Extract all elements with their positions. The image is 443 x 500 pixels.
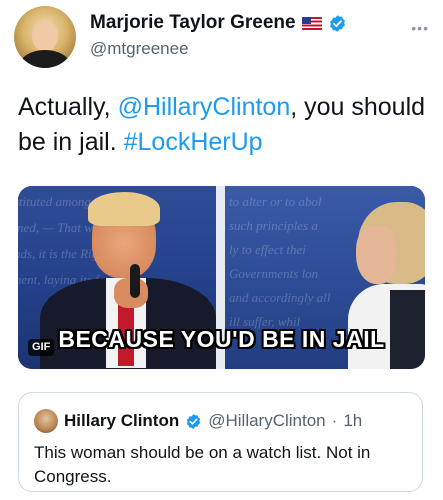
quoted-tweet-time: 1h [343,411,363,430]
us-flag-icon [301,16,322,30]
author-display-name[interactable]: Marjorie Taylor Greene [90,12,296,34]
gif-badge: GIF [28,339,55,356]
speaker-right-face [356,226,396,284]
background-script-text: and accordingly all [229,290,331,305]
author-avatar[interactable] [14,6,76,68]
quoted-author-avatar [34,409,58,433]
avatar-face [32,20,58,52]
quoted-author-handle: @HillaryClinton [208,411,326,430]
tweet-text: Actually, @HillaryClinton, you should be… [18,90,428,160]
tweet-text-part: Actually, [18,93,118,121]
quoted-tweet-header: Hillary Clinton @HillaryClinton · 1h [34,409,362,433]
author-name-row: Marjorie Taylor Greene [90,12,347,34]
mention-link[interactable]: @HillaryClinton [118,93,291,121]
verified-badge-icon [329,14,345,32]
microphone [130,264,140,298]
separator-dot: · [331,411,338,430]
speaker-left-hair [88,192,160,226]
background-script-text: Governments lon [229,266,319,281]
quoted-tweet-text: This woman should be on a watch list. No… [34,443,371,486]
gif-caption: BECAUSE YOU'D BE IN JAIL [58,326,385,352]
background-script-text: to alter or to abol [229,194,322,209]
avatar-shoulders [20,50,70,68]
hashtag-link[interactable]: #LockHerUp [124,128,263,156]
more-options-icon[interactable]: ••• [411,20,429,36]
verified-badge-icon [187,413,201,429]
author-handle[interactable]: @mtgreenee [90,39,189,59]
tweet-header: Marjorie Taylor Greene @mtgreenee ••• [14,6,429,68]
quoted-author-name: Hillary Clinton [64,411,180,430]
tweet-media-gif[interactable]: stituted among Men, der rned, — That whe… [18,186,425,369]
background-script-text: ly to effect thei [229,242,306,257]
quoted-tweet[interactable]: Hillary Clinton @HillaryClinton · 1h Thi… [18,392,423,492]
background-script-text: such principles a [229,218,318,233]
